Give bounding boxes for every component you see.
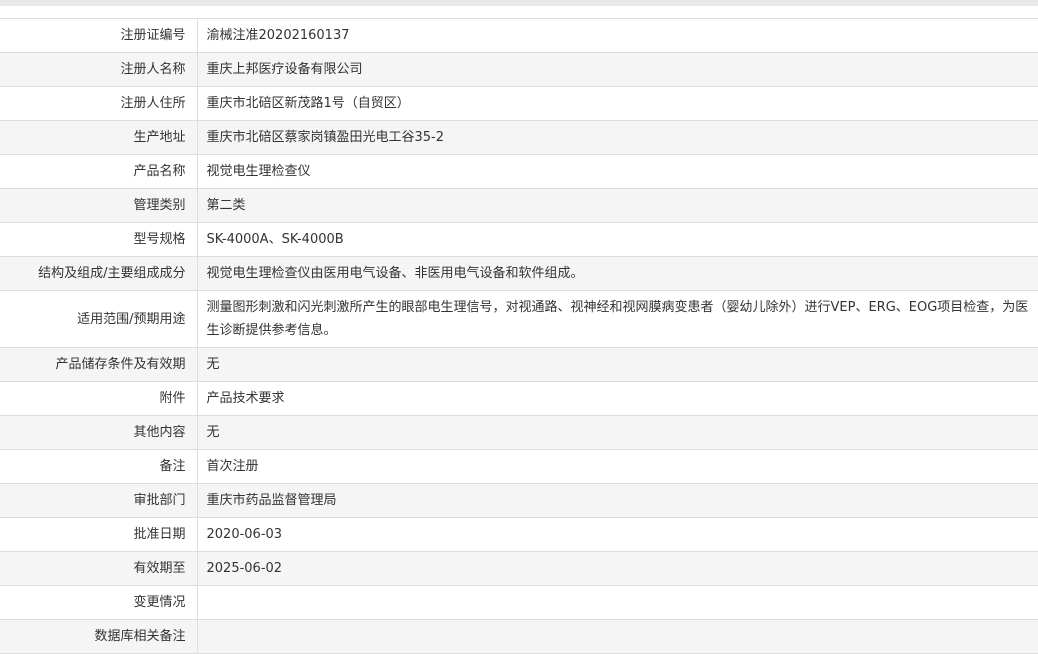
row-model-spec: 型号规格 SK-4000A、SK-4000B: [0, 222, 1038, 257]
label-registrant-name: 注册人名称: [0, 52, 198, 87]
label-storage-validity: 产品储存条件及有效期: [0, 347, 198, 382]
value-structure-composition: 视觉电生理检查仪由医用电气设备、非医用电气设备和软件组成。: [197, 256, 1038, 291]
row-intended-use: 适用范围/预期用途 测量图形刺激和闪光刺激所产生的眼部电生理信号，对视通路、视神…: [0, 290, 1038, 348]
row-change-status: 变更情况: [0, 585, 1038, 620]
value-registration-number: 渝械注准20202160137: [197, 18, 1038, 53]
row-other-content: 其他内容 无: [0, 415, 1038, 450]
value-model-spec: SK-4000A、SK-4000B: [197, 222, 1038, 257]
value-approval-date: 2020-06-03: [197, 517, 1038, 552]
label-registrant-address: 注册人住所: [0, 86, 198, 121]
value-other-content: 无: [197, 415, 1038, 450]
value-intended-use: 测量图形刺激和闪光刺激所产生的眼部电生理信号，对视通路、视神经和视网膜病变患者（…: [197, 290, 1038, 348]
label-registration-number: 注册证编号: [0, 18, 198, 53]
label-model-spec: 型号规格: [0, 222, 198, 257]
value-valid-until: 2025-06-02: [197, 551, 1038, 586]
row-registrant-name: 注册人名称 重庆上邦医疗设备有限公司: [0, 52, 1038, 87]
row-remarks: 备注 首次注册: [0, 449, 1038, 484]
row-database-remarks: 数据库相关备注: [0, 619, 1038, 654]
row-registration-number: 注册证编号 渝械注准20202160137: [0, 18, 1038, 53]
value-approval-department: 重庆市药品监督管理局: [197, 483, 1038, 518]
row-registrant-address: 注册人住所 重庆市北碚区新茂路1号（自贸区）: [0, 86, 1038, 121]
row-product-name: 产品名称 视觉电生理检查仪: [0, 154, 1038, 189]
value-change-status: [197, 585, 1038, 620]
label-valid-until: 有效期至: [0, 551, 198, 586]
label-attachment: 附件: [0, 381, 198, 416]
label-database-remarks: 数据库相关备注: [0, 619, 198, 654]
value-production-address: 重庆市北碚区蔡家岗镇盈田光电工谷35-2: [197, 120, 1038, 155]
value-attachment: 产品技术要求: [197, 381, 1038, 416]
value-registrant-address: 重庆市北碚区新茂路1号（自贸区）: [197, 86, 1038, 121]
row-structure-composition: 结构及组成/主要组成成分 视觉电生理检查仪由医用电气设备、非医用电气设备和软件组…: [0, 256, 1038, 291]
label-intended-use: 适用范围/预期用途: [0, 290, 198, 348]
row-attachment: 附件 产品技术要求: [0, 381, 1038, 416]
label-approval-department: 审批部门: [0, 483, 198, 518]
label-approval-date: 批准日期: [0, 517, 198, 552]
row-storage-validity: 产品储存条件及有效期 无: [0, 347, 1038, 382]
label-change-status: 变更情况: [0, 585, 198, 620]
row-valid-until: 有效期至 2025-06-02: [0, 551, 1038, 586]
label-product-name: 产品名称: [0, 154, 198, 189]
value-remarks: 首次注册: [197, 449, 1038, 484]
label-remarks: 备注: [0, 449, 198, 484]
label-structure-composition: 结构及组成/主要组成成分: [0, 256, 198, 291]
label-production-address: 生产地址: [0, 120, 198, 155]
top-divider-bar: [0, 0, 1038, 6]
value-registrant-name: 重庆上邦医疗设备有限公司: [197, 52, 1038, 87]
value-database-remarks: [197, 619, 1038, 654]
label-other-content: 其他内容: [0, 415, 198, 450]
value-storage-validity: 无: [197, 347, 1038, 382]
row-approval-department: 审批部门 重庆市药品监督管理局: [0, 483, 1038, 518]
row-management-class: 管理类别 第二类: [0, 188, 1038, 223]
label-management-class: 管理类别: [0, 188, 198, 223]
registration-detail-table: 注册证编号 渝械注准20202160137 注册人名称 重庆上邦医疗设备有限公司…: [0, 18, 1038, 654]
row-approval-date: 批准日期 2020-06-03: [0, 517, 1038, 552]
value-management-class: 第二类: [197, 188, 1038, 223]
row-production-address: 生产地址 重庆市北碚区蔡家岗镇盈田光电工谷35-2: [0, 120, 1038, 155]
value-product-name: 视觉电生理检查仪: [197, 154, 1038, 189]
